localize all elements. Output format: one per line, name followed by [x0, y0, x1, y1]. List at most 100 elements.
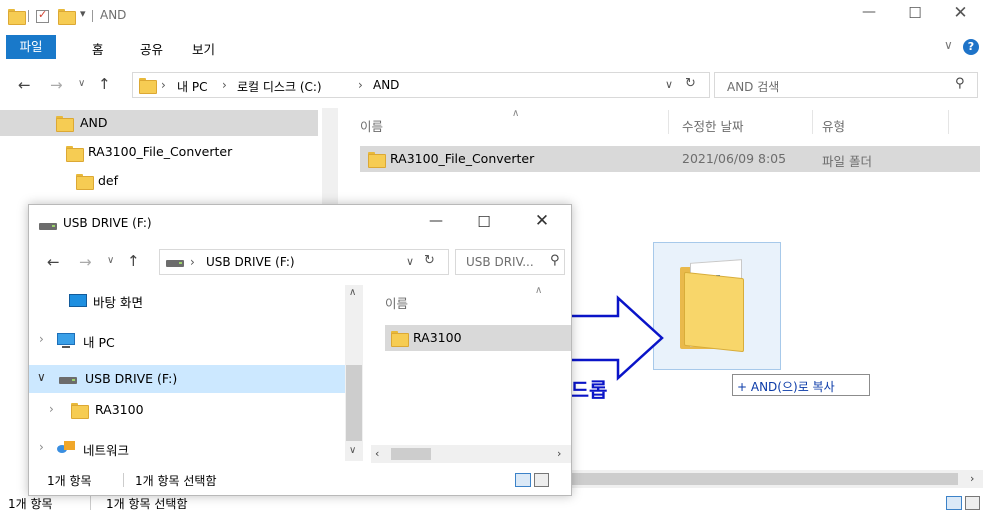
nav-item-label: 네트워크	[83, 443, 130, 458]
window-title: AND	[100, 8, 127, 22]
tab-file[interactable]: 파일	[6, 35, 56, 59]
folder-icon	[56, 115, 74, 132]
divider	[28, 10, 29, 22]
usb-maximize-button[interactable]: ☐	[461, 213, 507, 235]
usb-nav-scrollbar[interactable]: ∧ ∨	[345, 285, 363, 461]
breadcrumb-segment[interactable]: USB DRIVE (F:)	[206, 255, 295, 269]
usb-back-arrow-icon[interactable]: ←	[47, 253, 60, 271]
expand-ribbon-icon[interactable]: ∨	[944, 38, 953, 52]
usb-file-list-header: ∧ 이름	[371, 285, 571, 313]
usb-horizontal-scrollbar[interactable]: ‹ ›	[371, 445, 571, 463]
network-icon	[57, 441, 75, 455]
folder-icon	[76, 173, 94, 190]
nav-item-label: 바탕 화면	[93, 295, 143, 310]
chevron-right-icon: ›	[358, 78, 363, 92]
large-icons-view-icon[interactable]	[534, 473, 549, 487]
title-bar: ▾ AND — ☐ ✕	[0, 0, 983, 32]
usb-address-dropdown-icon[interactable]: ∨	[406, 255, 414, 268]
details-view-icon[interactable]	[946, 496, 962, 510]
ribbon-tabs: 파일 홈 공유 보기 ∨ ?	[0, 34, 983, 62]
table-row[interactable]: RA3100_File_Converter 2021/06/09 8:05 파일…	[360, 146, 980, 172]
selection-count: 1개 항목 선택함	[106, 497, 188, 511]
usb-title-bar: USB DRIVE (F:) — ☐ ✕	[29, 205, 571, 241]
usb-forward-arrow-icon[interactable]: →	[79, 253, 92, 271]
large-icons-view-icon[interactable]	[965, 496, 980, 510]
scrollbar-thumb[interactable]	[346, 365, 362, 441]
maximize-button[interactable]: ☐	[892, 4, 938, 28]
back-arrow-icon[interactable]: ←	[18, 76, 31, 94]
usb-search-box[interactable]: USB DRIV... ⚲	[455, 249, 565, 275]
usb-drive-icon	[166, 260, 184, 267]
recent-locations-icon[interactable]: ∨	[78, 78, 85, 89]
copy-tooltip: + AND(으)로 복사	[732, 374, 870, 396]
usb-nav-item-desktop[interactable]: 바탕 화면	[29, 287, 345, 313]
scroll-left-icon[interactable]: ‹	[375, 447, 379, 460]
customize-quick-access-icon[interactable]: ▾	[80, 7, 86, 20]
breadcrumb-segment[interactable]: 로컬 디스크 (C:)	[237, 78, 322, 95]
tab-label: 파일	[19, 39, 43, 54]
collapse-chevron-icon[interactable]: ∨	[37, 370, 46, 384]
search-icon: ⚲	[955, 76, 965, 91]
breadcrumb-segment[interactable]: AND	[373, 78, 399, 92]
details-view-icon[interactable]	[515, 473, 531, 487]
sort-ascending-icon: ∧	[512, 108, 520, 119]
usb-address-row: ← → ∨ ↑ › USB DRIVE (F:) ∨ ↻ USB DRIV...…	[29, 247, 571, 279]
nav-item-label: 내 PC	[83, 335, 115, 350]
usb-recent-locations-icon[interactable]: ∨	[107, 255, 114, 266]
tab-home[interactable]: 홈	[92, 39, 104, 58]
up-arrow-icon[interactable]: ↑	[98, 75, 111, 93]
column-divider	[668, 110, 669, 134]
tab-view[interactable]: 보기	[192, 39, 215, 58]
pc-icon	[57, 333, 75, 348]
usb-nav-item-ra3100[interactable]: › RA3100	[29, 397, 345, 423]
expand-chevron-icon[interactable]: ›	[39, 332, 44, 346]
properties-checkbox-icon[interactable]	[36, 8, 49, 23]
expand-chevron-icon[interactable]: ›	[49, 402, 54, 416]
usb-up-arrow-icon[interactable]: ↑	[127, 252, 140, 270]
column-header-type[interactable]: 유형	[822, 116, 845, 135]
folder-icon	[71, 402, 89, 419]
usb-nav-item-network[interactable]: › 네트워크	[29, 435, 345, 461]
usb-address-bar[interactable]: › USB DRIVE (F:) ∨ ↻	[159, 249, 449, 275]
column-header-name[interactable]: 이름	[360, 116, 383, 135]
copy-tooltip-text: + AND(으)로 복사	[737, 380, 835, 394]
usb-nav-item-usb-drive[interactable]: ∨ USB DRIVE (F:)	[29, 365, 345, 393]
tab-share[interactable]: 공유	[140, 39, 163, 58]
address-dropdown-icon[interactable]: ∨	[665, 78, 673, 91]
status-divider	[90, 496, 91, 510]
scrollbar-thumb[interactable]	[391, 448, 431, 460]
item-count: 1개 항목	[8, 497, 53, 511]
scroll-up-icon[interactable]: ∧	[349, 287, 356, 298]
usb-navigation-pane: 바탕 화면 › 내 PC ∨ USB DRIVE (F:) › RA3100 ›…	[29, 285, 365, 465]
column-header-name[interactable]: 이름	[385, 293, 408, 312]
refresh-icon[interactable]: ↻	[685, 76, 696, 91]
help-icon[interactable]: ?	[963, 39, 979, 55]
search-box[interactable]: AND 검색 ⚲	[714, 72, 978, 98]
nav-item-def[interactable]: def	[0, 168, 318, 194]
address-bar[interactable]: › 내 PC › 로컬 디스크 (C:) › AND ∨ ↻	[132, 72, 710, 98]
chevron-right-icon: ›	[161, 78, 166, 92]
scroll-right-icon[interactable]: ›	[970, 472, 974, 485]
expand-chevron-icon[interactable]: ›	[39, 440, 44, 454]
nav-item-label: RA3100	[95, 402, 144, 417]
nav-item-ra3100-converter[interactable]: RA3100_File_Converter	[0, 140, 318, 166]
sort-ascending-icon: ∧	[535, 285, 543, 296]
usb-refresh-icon[interactable]: ↻	[424, 253, 435, 268]
scroll-down-icon[interactable]: ∨	[349, 445, 356, 456]
file-date: 2021/06/09 8:05	[682, 151, 787, 166]
scroll-right-icon[interactable]: ›	[557, 447, 561, 460]
close-button[interactable]: ✕	[938, 3, 983, 27]
column-header-date[interactable]: 수정한 날짜	[682, 116, 743, 135]
nav-item-and[interactable]: AND	[0, 110, 318, 136]
forward-arrow-icon[interactable]: →	[50, 76, 63, 94]
usb-close-button[interactable]: ✕	[519, 211, 565, 233]
minimize-button[interactable]: —	[846, 4, 892, 28]
table-row[interactable]: RA3100	[385, 325, 571, 351]
breadcrumb-segment[interactable]: 내 PC	[177, 78, 207, 95]
new-folder-icon[interactable]	[58, 8, 76, 25]
scrollbar-thumb[interactable]	[568, 473, 958, 485]
usb-minimize-button[interactable]: —	[413, 213, 459, 235]
item-count: 1개 항목	[47, 474, 92, 488]
nav-item-label: AND	[80, 115, 108, 130]
usb-nav-item-this-pc[interactable]: › 내 PC	[29, 327, 345, 353]
